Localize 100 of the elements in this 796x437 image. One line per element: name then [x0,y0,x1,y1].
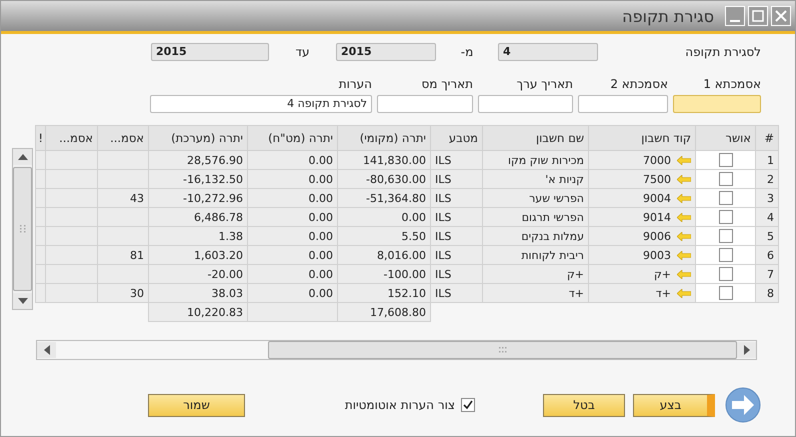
arrow-icon[interactable] [677,232,691,240]
period-label: לסגירת תקופה [684,45,761,59]
checkbox[interactable] [718,229,732,243]
table-cell: 3 [756,188,778,208]
year-field[interactable]: 2015 [151,43,269,61]
column-header[interactable]: אושר [696,126,756,150]
arrow-icon[interactable] [677,174,691,184]
column-header[interactable]: ! [36,126,46,150]
arrow-icon[interactable] [677,212,691,222]
table-cell: 1,603.20 [148,246,248,264]
table-cell: 0.00 [248,264,338,284]
table-cell: ILS [430,188,482,208]
checkbox[interactable] [718,210,732,224]
checkbox-label: צור הערות אוטומטיות [344,398,455,412]
grip-icon[interactable] [20,225,26,233]
table-cell: 0.00 [338,208,430,226]
column-header[interactable]: יתרה (מערכת) [148,126,248,150]
table-cell: 9004 [643,192,671,204]
table-cell: ILS [430,208,482,226]
close-icon [775,10,787,22]
column-header[interactable]: אסמ... [46,126,98,150]
table-cell: 0.00 [248,150,338,170]
table-cell: 0.00 [248,226,338,246]
table-cell: -16,132.50 [148,170,248,188]
column-header[interactable]: יתרה (מקומי) [338,126,430,150]
period-field[interactable]: 4 [498,43,598,61]
minimize-icon [730,20,740,22]
down-arrow-icon[interactable] [18,298,28,304]
left-arrow-icon[interactable] [44,345,50,355]
table-cell: 28,576.90 [148,150,248,170]
table-cell: 81 [98,246,148,264]
table-cell: 1.38 [148,226,248,246]
table-cell: 9014 [643,210,671,224]
total-cell: 17,608.80 [338,302,430,322]
column-header[interactable]: אסמ... [98,126,148,150]
input-field[interactable] [673,95,761,113]
arrow-icon[interactable] [677,270,691,278]
table-cell: ILS [430,246,482,264]
checkbox[interactable] [718,248,732,262]
input-field[interactable] [478,95,573,113]
cancel-button[interactable]: בטל [543,394,625,416]
table-cell: ILS [430,170,482,188]
table-cell: 8,016.00 [338,246,430,264]
vertical-scrollbar[interactable] [12,148,33,310]
close-button[interactable] [771,6,791,26]
input-field[interactable]: לסגירת תקופה 4 [150,95,372,113]
table-cell: 0.00 [248,170,338,188]
input-field[interactable] [377,95,473,113]
table-cell: הפרשי תרגום [482,208,588,226]
arrow-icon[interactable] [677,288,691,298]
column-header[interactable]: יתרה (מט"ח) [248,126,338,150]
column-header[interactable]: # [756,126,778,150]
year-field[interactable]: 2015 [336,43,436,61]
table-cell: ILS [430,226,482,246]
window-title: סגירת תקופה [622,6,714,26]
checkbox[interactable] [718,267,732,281]
table-cell: 6,486.78 [148,208,248,226]
column-header[interactable]: קוד חשבון [588,126,696,150]
table-cell: +ק [654,268,671,280]
horizontal-scrollbar[interactable] [36,340,757,360]
table-cell: הפרשי שער [482,188,588,208]
field-label: הערות [338,77,372,91]
table-cell: מכירות שוק מקו [482,150,588,170]
minimize-button[interactable] [725,6,745,26]
table-cell: ILS [430,284,482,302]
grip-icon[interactable] [498,347,506,353]
save-button[interactable]: שמור [148,394,245,416]
table-cell: +ד [482,284,588,302]
checkbox[interactable] [718,191,732,205]
table-cell: 141,830.00 [338,150,430,170]
checkbox[interactable] [718,286,732,300]
checkbox[interactable] [461,398,475,412]
table-cell: 0.00 [248,284,338,302]
up-arrow-icon[interactable] [18,154,28,160]
maximize-button[interactable] [748,6,768,26]
table-cell: 6 [756,246,778,264]
table-cell: 1 [756,150,778,170]
total-cell: 10,220.83 [148,302,248,322]
execute-button[interactable]: בצע [633,394,715,416]
table-cell: 8 [756,284,778,302]
table-cell: 152.10 [338,284,430,302]
table-cell: ILS [430,150,482,170]
arrow-icon[interactable] [677,250,691,260]
checkbox[interactable] [718,172,732,186]
field-label: אסמכתא 1 [702,77,761,91]
right-arrow-icon[interactable] [744,345,750,355]
maximize-icon [752,10,764,22]
table-cell: 43 [98,188,148,208]
to-label: עד [295,45,310,59]
arrow-icon[interactable] [677,194,691,202]
table-cell: 7000 [643,154,671,166]
table-cell: +ק [482,264,588,284]
input-field[interactable] [578,95,668,113]
column-header[interactable]: שם חשבון [482,126,588,150]
table-cell: 30 [98,284,148,302]
checkbox[interactable] [718,153,732,167]
column-header[interactable]: מטבע [430,126,482,150]
table-cell: -100.00 [338,264,430,284]
table-cell: 2 [756,170,778,188]
arrow-icon[interactable] [677,156,691,164]
